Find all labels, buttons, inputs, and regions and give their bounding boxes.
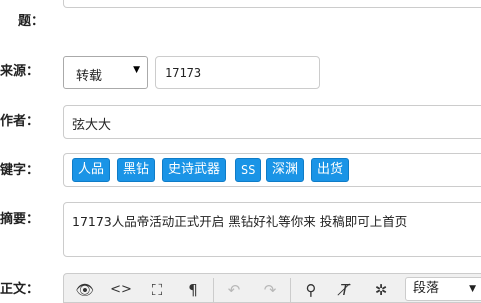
summary-textarea[interactable]: 17173人品帝活动正式开启 黑钻好礼等你来 投稿即可上首页 — [63, 202, 481, 257]
author-input[interactable]: 弦大大 — [63, 105, 481, 139]
keyword-tag[interactable]: 深渊 — [266, 158, 305, 182]
paragraph-format-value: 段落 — [413, 281, 440, 296]
paragraph-format-select[interactable]: 段落 ▼ — [405, 277, 481, 301]
source-type-select[interactable]: 转载 ▼ — [63, 56, 148, 89]
magic-wand-icon[interactable]: ✲ — [368, 280, 394, 300]
source-code-icon[interactable]: <> — [108, 280, 134, 300]
redo-icon[interactable]: ↷ — [257, 280, 283, 300]
author-label: 作者： — [0, 114, 39, 129]
preview-eye-icon[interactable]: 👁 — [72, 280, 98, 300]
source-label: 来源： — [0, 64, 39, 79]
chevron-down-icon: ▼ — [469, 284, 476, 294]
chevron-down-icon: ▼ — [133, 65, 140, 75]
keyword-tag[interactable]: 史诗武器 — [162, 158, 227, 182]
clear-format-icon[interactable]: T̸ — [332, 280, 358, 300]
source-type-value: 转载 — [76, 69, 103, 84]
undo-icon[interactable]: ↶ — [221, 280, 247, 300]
find-binoculars-icon[interactable]: ⚲ — [298, 280, 324, 300]
keyword-tag[interactable]: 出货 — [311, 158, 350, 182]
keyword-tag[interactable]: SS — [235, 158, 262, 182]
author-input-value: 弦大大 — [72, 118, 112, 133]
source-input-value: 17173 — [165, 66, 202, 80]
source-input[interactable]: 17173 — [155, 56, 320, 89]
body-label: 正文： — [0, 282, 39, 297]
keyword-tag[interactable]: 黑钻 — [117, 158, 156, 182]
toolbar-divider — [213, 278, 214, 302]
fullscreen-icon[interactable]: ⛶ — [144, 280, 170, 300]
paragraph-mark-icon[interactable]: ¶ — [180, 280, 206, 300]
keywords-label: 键字： — [0, 163, 39, 178]
keyword-tag[interactable]: 人品 — [72, 158, 111, 182]
title-input[interactable] — [63, 0, 481, 8]
toolbar-divider — [290, 278, 291, 302]
summary-textarea-value: 17173人品帝活动正式开启 黑钻好礼等你来 投稿即可上首页 — [72, 214, 408, 229]
summary-label: 摘要： — [0, 212, 39, 227]
title-label: 题： — [17, 14, 44, 29]
